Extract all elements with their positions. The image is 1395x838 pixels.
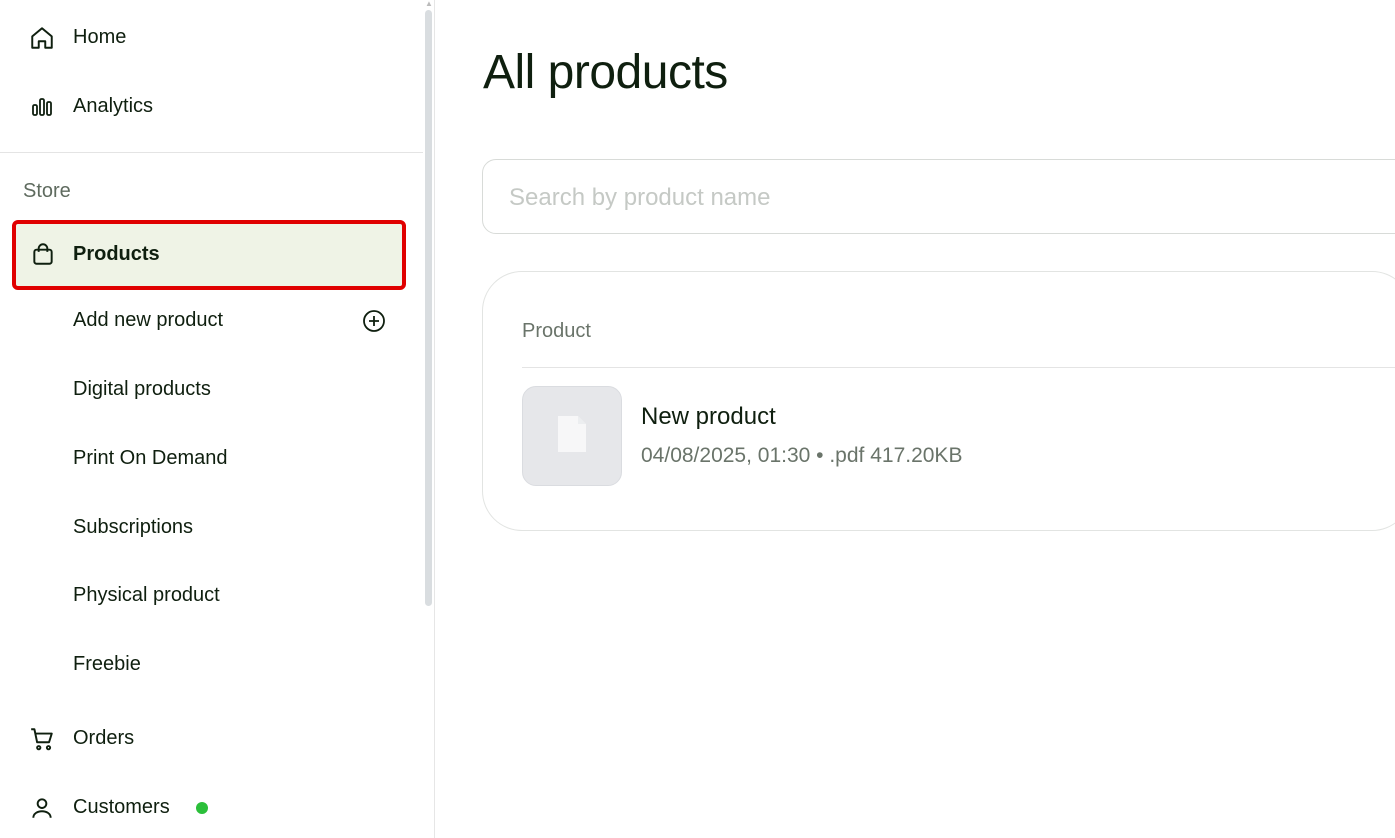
user-icon xyxy=(28,794,56,822)
scroll-up-arrow-icon[interactable]: ▲ xyxy=(424,0,434,8)
search-box[interactable] xyxy=(482,159,1395,235)
sidebar-item-label: Orders xyxy=(73,727,135,749)
sidebar-item-subscriptions[interactable]: Subscriptions xyxy=(73,516,193,539)
sidebar-item-print-on-demand[interactable]: Print On Demand xyxy=(73,447,228,470)
sidebar-item-label: Analytics xyxy=(73,95,154,117)
sidebar-item-label: Home xyxy=(73,26,127,48)
sidebar-item-label: Customers xyxy=(73,796,170,818)
file-icon xyxy=(556,415,588,458)
section-label-store: Store xyxy=(23,180,71,202)
sidebar-item-physical-product[interactable]: Physical product xyxy=(73,584,220,607)
bar-chart-icon xyxy=(28,93,56,121)
sidebar: Home Analytics Store Products Add new pr… xyxy=(0,0,435,838)
product-name[interactable]: New product xyxy=(641,403,776,431)
cart-icon xyxy=(28,725,56,753)
sidebar-item-label: Products xyxy=(73,243,160,265)
products-table-card: Product New product 04/08/2025, 01:30 • … xyxy=(482,271,1395,531)
search-input[interactable] xyxy=(507,160,1391,235)
sidebar-scrollbar[interactable] xyxy=(425,10,432,606)
plus-circle-icon[interactable] xyxy=(362,309,386,333)
app-window: Home Analytics Store Products Add new pr… xyxy=(0,0,1395,838)
product-meta: 04/08/2025, 01:30 • .pdf 417.20KB xyxy=(641,444,963,467)
sidebar-divider xyxy=(0,152,423,153)
sidebar-item-products[interactable]: Products xyxy=(12,220,406,290)
column-header-product: Product xyxy=(522,320,591,342)
sidebar-item-orders[interactable]: Orders xyxy=(0,725,420,755)
sidebar-item-home[interactable]: Home xyxy=(0,24,420,54)
customers-status-dot xyxy=(196,802,208,814)
sidebar-item-analytics[interactable]: Analytics xyxy=(0,93,420,123)
sidebar-item-add-new-product[interactable]: Add new product xyxy=(73,309,223,332)
sidebar-item-freebie[interactable]: Freebie xyxy=(73,653,141,676)
sidebar-item-digital-products[interactable]: Digital products xyxy=(73,378,211,401)
home-icon xyxy=(28,24,56,52)
table-divider xyxy=(522,367,1395,368)
shopping-bag-icon xyxy=(30,241,58,269)
page-title: All products xyxy=(483,46,728,99)
product-thumbnail xyxy=(522,386,622,486)
sidebar-item-customers[interactable]: Customers xyxy=(0,794,420,824)
